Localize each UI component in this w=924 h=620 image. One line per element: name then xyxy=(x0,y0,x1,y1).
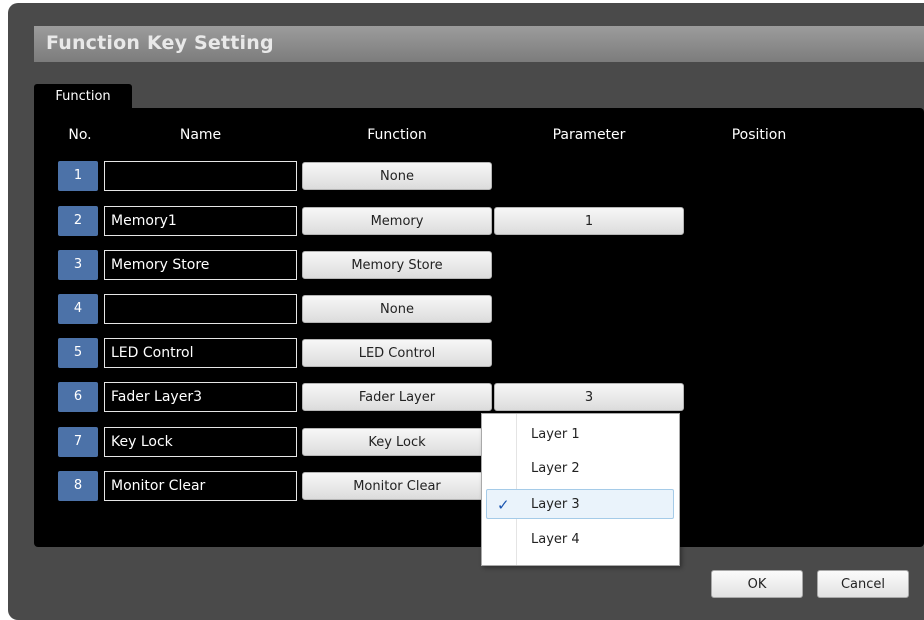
name-field[interactable] xyxy=(104,294,297,324)
title-bar: Function Key Setting xyxy=(34,26,924,62)
function-button[interactable]: Monitor Clear xyxy=(302,472,492,500)
menu-item-label: Layer 3 xyxy=(531,497,580,512)
header-function: Function xyxy=(367,127,427,143)
row-number: 3 xyxy=(58,250,98,280)
row-number: 7 xyxy=(58,427,98,457)
menu-item-label: Layer 4 xyxy=(531,532,580,547)
menu-item-label: Layer 1 xyxy=(531,427,580,442)
parameter-button[interactable]: 1 xyxy=(494,207,684,235)
function-button[interactable]: Memory xyxy=(302,207,492,235)
header-parameter: Parameter xyxy=(552,127,626,143)
name-field[interactable]: Monitor Clear xyxy=(104,471,297,501)
menu-item-layer-2[interactable]: Layer 2 xyxy=(486,454,674,484)
dialog-title: Function Key Setting xyxy=(46,32,274,54)
menu-item-layer-3[interactable]: ✓ Layer 3 xyxy=(486,489,674,519)
checkmark-icon: ✓ xyxy=(497,496,510,514)
cancel-button[interactable]: Cancel xyxy=(817,570,909,598)
ok-button[interactable]: OK xyxy=(711,570,803,598)
row-number: 2 xyxy=(58,206,98,236)
function-button[interactable]: None xyxy=(302,295,492,323)
menu-item-layer-4[interactable]: Layer 4 xyxy=(486,525,674,555)
header-position: Position xyxy=(731,127,787,143)
row-number: 8 xyxy=(58,471,98,501)
function-button[interactable]: None xyxy=(302,162,492,190)
name-field[interactable]: LED Control xyxy=(104,338,297,368)
function-button[interactable]: Memory Store xyxy=(302,251,492,279)
name-field[interactable]: Key Lock xyxy=(104,427,297,457)
row-number: 6 xyxy=(58,382,98,412)
menu-item-layer-1[interactable]: Layer 1 xyxy=(486,420,674,450)
name-field[interactable]: Memory1 xyxy=(104,206,297,236)
function-button[interactable]: Key Lock xyxy=(302,428,492,456)
header-name: Name xyxy=(179,127,222,143)
name-field[interactable]: Memory Store xyxy=(104,250,297,280)
tab-function[interactable]: Function xyxy=(34,84,132,110)
function-button[interactable]: LED Control xyxy=(302,339,492,367)
row-number: 1 xyxy=(58,161,98,191)
header-no: No. xyxy=(68,127,92,143)
layer-dropdown-menu: Layer 1 Layer 2 ✓ Layer 3 Layer 4 xyxy=(481,413,680,566)
menu-item-label: Layer 2 xyxy=(531,461,580,476)
row-number: 4 xyxy=(58,294,98,324)
name-field[interactable] xyxy=(104,161,297,191)
name-field[interactable]: Fader Layer3 xyxy=(104,382,297,412)
function-button[interactable]: Fader Layer xyxy=(302,383,492,411)
parameter-button[interactable]: 3 xyxy=(494,383,684,411)
row-number: 5 xyxy=(58,338,98,368)
